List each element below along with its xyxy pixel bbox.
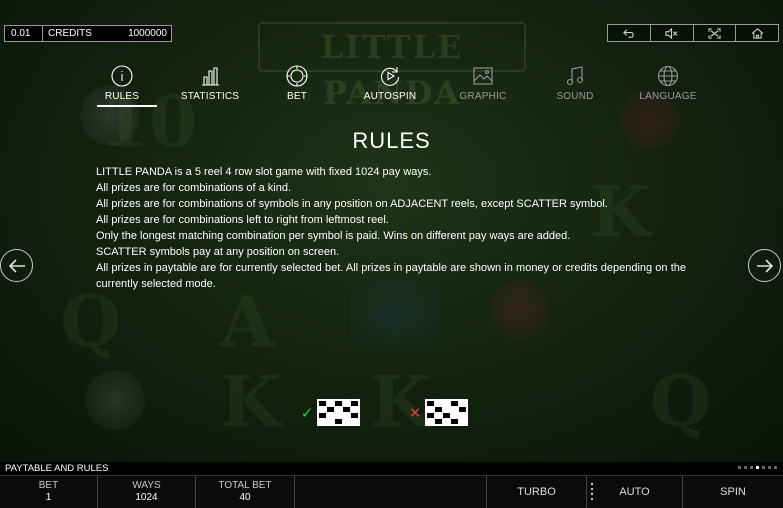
top-controls [607, 24, 779, 42]
arrow-left-icon [8, 258, 25, 273]
music-note-icon [535, 64, 615, 88]
turbo-button[interactable]: TURBO [486, 476, 586, 508]
page-dot [762, 466, 765, 469]
ways-value: 1024 [135, 492, 158, 503]
arrow-right-icon [756, 258, 773, 273]
autospin-icon [350, 64, 430, 88]
auto-button[interactable]: AUTO [586, 476, 682, 508]
page-dot [774, 466, 777, 469]
rules-text: LITTLE PANDA is a 5 reel 4 row slot game… [96, 164, 686, 292]
tab-label: AUTOSPIN [363, 91, 417, 102]
tab-graphic[interactable]: GRAPHIC [443, 64, 523, 102]
rules-line: Only the longest matching combination pe… [96, 230, 571, 242]
tab-label: RULES [104, 91, 140, 102]
tab-label: GRAPHIC [459, 91, 507, 102]
page-dot [738, 466, 741, 469]
ways-display: WAYS 1024 [98, 476, 196, 508]
bar-chart-icon [170, 64, 250, 88]
page-title: RULES [352, 128, 431, 153]
ways-label: WAYS [132, 480, 161, 491]
checkmark-icon: ✓ [300, 404, 314, 422]
tab-sound[interactable]: SOUND [535, 64, 615, 102]
tab-rules[interactable]: RULES [82, 64, 162, 107]
back-icon[interactable] [608, 25, 651, 41]
bet-label: BET [38, 480, 59, 491]
prev-page-button[interactable] [0, 249, 33, 282]
tab-label: LANGUAGE [639, 91, 697, 102]
payway-grid [425, 399, 468, 426]
page-dot [750, 466, 753, 469]
bg-reel-symbol: K [220, 360, 281, 443]
total-bet-value: 40 [239, 492, 251, 503]
denomination-value[interactable]: 0.01 [5, 26, 43, 41]
spin-button[interactable]: SPIN [682, 476, 783, 508]
valid-payway-example: ✓ [299, 399, 360, 426]
total-bet-label: TOTAL BET [218, 480, 272, 491]
fullscreen-icon[interactable] [694, 25, 737, 41]
chip-icon [257, 64, 337, 88]
globe-icon [628, 64, 708, 88]
page-dot [744, 466, 747, 469]
credits-display: 0.01 CREDITS 1000000 [4, 25, 172, 42]
tab-label: BET [286, 91, 308, 102]
image-icon [443, 64, 523, 88]
tab-language[interactable]: LANGUAGE [628, 64, 708, 102]
total-bet-display: TOTAL BET 40 [196, 476, 295, 508]
bg-panda-symbol [85, 370, 145, 430]
credits-label: CREDITS [48, 28, 92, 39]
credits-value: 1000000 [128, 28, 167, 39]
tab-bet[interactable]: BET [257, 64, 337, 102]
tab-label: STATISTICS [180, 91, 240, 102]
tab-autospin[interactable]: AUTOSPIN [350, 64, 430, 102]
rules-line: All prizes are for combinations of a kin… [96, 182, 292, 194]
home-icon[interactable] [736, 25, 778, 41]
bg-reel-symbol: A [220, 280, 275, 363]
payway-grid [317, 399, 360, 426]
cross-icon: ✕ [408, 404, 422, 422]
paytable-label: PAYTABLE AND RULES [5, 463, 109, 474]
bet-value: 1 [45, 492, 52, 503]
rules-line: LITTLE PANDA is a 5 reel 4 row slot game… [96, 166, 432, 178]
rules-line: All prizes in paytable are for currently… [96, 262, 686, 290]
info-tabs: RULES STATISTICS BET AUTOSPIN GRAPHIC SO… [82, 64, 708, 108]
rules-line: SCATTER symbols pay at any position on s… [96, 246, 340, 258]
page-dot [768, 466, 771, 469]
bg-reel-symbol: Q [650, 360, 711, 443]
page-indicator [738, 466, 777, 469]
invalid-payway-example: ✕ [407, 399, 468, 426]
page-dot-current [756, 466, 759, 469]
tab-statistics[interactable]: STATISTICS [170, 64, 250, 102]
active-tab-indicator [97, 105, 157, 107]
sound-mute-icon[interactable] [651, 25, 694, 41]
bg-reel-symbol: Q [60, 280, 121, 363]
bottom-control-bar: BET 1 WAYS 1024 TOTAL BET 40 TURBO AUTO … [0, 475, 783, 508]
tab-label: SOUND [556, 91, 594, 102]
paytable-status-bar: PAYTABLE AND RULES [0, 462, 783, 475]
info-icon [82, 64, 162, 88]
bet-display[interactable]: BET 1 [0, 476, 98, 508]
next-page-button[interactable] [748, 249, 781, 282]
rules-line: All prizes are for combinations left to … [96, 214, 389, 226]
rules-line: All prizes are for combinations of symbo… [96, 198, 608, 210]
